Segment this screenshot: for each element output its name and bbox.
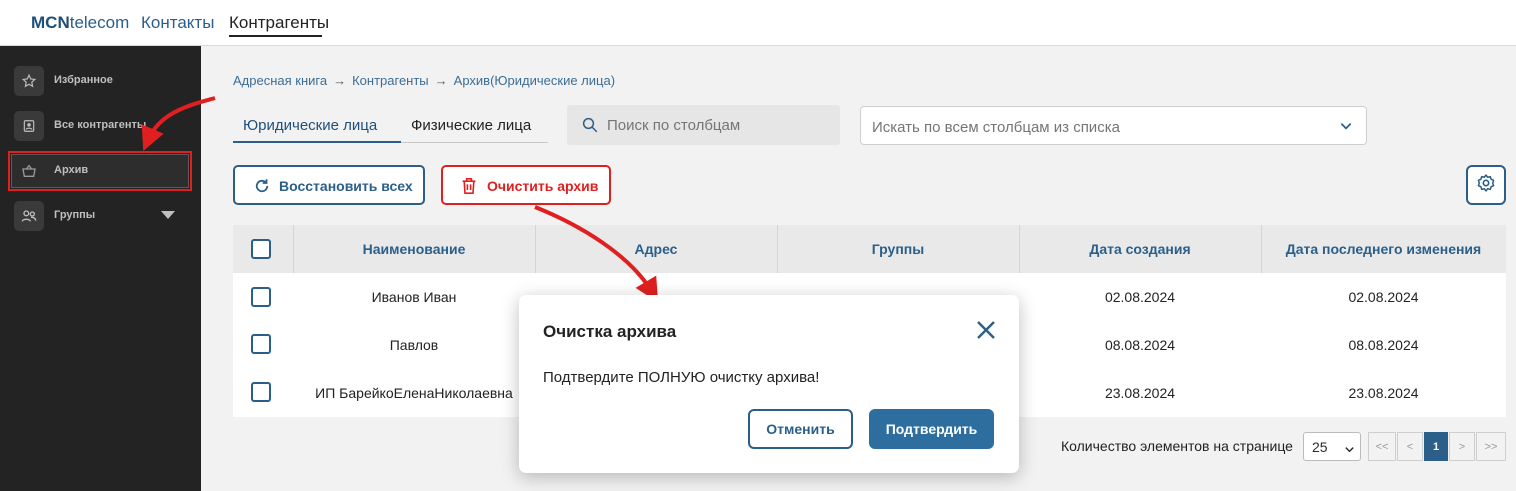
select-all-checkbox[interactable] (251, 239, 271, 259)
row-checkbox[interactable] (251, 382, 271, 402)
restore-all-button[interactable]: Восстановить всех (233, 165, 425, 205)
groups-expand-caret-icon[interactable] (161, 211, 175, 219)
breadcrumb-address-book[interactable]: Адресная книга (233, 73, 327, 88)
page-size-value: 25 (1312, 439, 1328, 455)
tab-individuals[interactable]: Физические лица (411, 117, 531, 134)
trash-icon (461, 177, 477, 200)
table-header: Наименование Адрес Группы Дата создания … (233, 225, 1506, 273)
users-icon (14, 201, 44, 231)
chevron-down-icon (1344, 442, 1355, 458)
sidebar-item-archive[interactable]: Архив (14, 156, 184, 186)
dialog-title: Очистка архива (543, 322, 677, 341)
column-search-box (567, 105, 840, 145)
first-page-button[interactable]: << (1368, 432, 1396, 461)
all-columns-search-input[interactable] (872, 116, 1312, 138)
cell-modified: 23.08.2024 (1348, 385, 1419, 401)
nav-contacts[interactable]: Контакты (141, 13, 214, 33)
cell-name: Иванов Иван (371, 289, 457, 305)
sidebar-item-label: Избранное (54, 74, 113, 86)
gear-icon (1476, 173, 1496, 198)
breadcrumb-archive: Архив(Юридические лица) (453, 73, 616, 88)
column-search-input[interactable] (607, 114, 827, 136)
chevron-down-icon[interactable] (1339, 119, 1353, 138)
arrow-right-icon: → (333, 73, 347, 88)
dialog-message: Подтвердите ПОЛНУЮ очистку архива! (543, 369, 820, 386)
cell-modified: 02.08.2024 (1348, 289, 1419, 305)
contact-card-icon (14, 111, 44, 141)
star-icon (14, 66, 44, 96)
table-settings-button[interactable] (1466, 165, 1506, 205)
restore-all-label: Восстановить всех (279, 178, 413, 194)
nav-active-underline (229, 35, 322, 37)
basket-icon (14, 156, 44, 186)
last-page-button[interactable]: >> (1476, 432, 1506, 461)
column-header-groups[interactable]: Группы (777, 241, 1019, 257)
column-header-modified[interactable]: Дата последнего изменения (1261, 241, 1506, 257)
prev-page-button[interactable]: < (1397, 432, 1423, 461)
close-icon[interactable] (976, 320, 996, 340)
sidebar: Избранное Все контрагенты Архив Группы (0, 46, 201, 491)
breadcrumb: Адресная книга → Контрагенты → Архив(Юридиче… (233, 73, 615, 88)
next-page-button[interactable]: > (1449, 432, 1475, 461)
search-icon (581, 116, 599, 139)
top-bar: MCNtelecom Контакты Контрагенты (0, 0, 1516, 46)
page-size-label: Количество элементов на странице (1061, 438, 1293, 454)
refresh-icon (253, 177, 271, 198)
nav-contragents[interactable]: Контрагенты (229, 13, 329, 33)
cell-created: 02.08.2024 (1104, 289, 1176, 305)
brand-logo[interactable]: MCNtelecom (31, 13, 129, 33)
page-size-select[interactable]: 25 (1303, 432, 1361, 461)
sidebar-item-label: Группы (54, 209, 96, 221)
tab-legal-entities[interactable]: Юридические лица (243, 117, 377, 134)
column-header-address[interactable]: Адрес (535, 241, 777, 257)
cell-created: 08.08.2024 (1104, 337, 1176, 353)
row-checkbox[interactable] (251, 287, 271, 307)
column-header-name[interactable]: Наименование (293, 241, 535, 257)
clear-archive-button[interactable]: Очистить архив (441, 165, 611, 205)
sidebar-item-label: Все контрагенты (54, 119, 147, 131)
confirm-button[interactable]: Подтвердить (869, 409, 994, 449)
clear-archive-dialog: Очистка архива Подтвердите ПОЛНУЮ очистк… (519, 295, 1019, 473)
row-checkbox[interactable] (251, 334, 271, 354)
cell-name: Павлов (389, 337, 439, 353)
sidebar-item-label: Архив (54, 164, 89, 176)
breadcrumb-contragents[interactable]: Контрагенты (352, 73, 429, 88)
arrow-right-icon: → (434, 73, 448, 88)
all-columns-search-select (860, 106, 1367, 145)
cell-created: 23.08.2024 (1104, 385, 1176, 401)
cell-name: ИП БарейкоЕленаНиколаевна (315, 385, 513, 401)
sidebar-item-favorites[interactable]: Избранное (14, 66, 184, 96)
cancel-button[interactable]: Отменить (748, 409, 853, 449)
column-header-created[interactable]: Дата создания (1019, 241, 1261, 257)
clear-archive-label: Очистить архив (487, 178, 599, 194)
sidebar-item-groups[interactable]: Группы (14, 201, 184, 231)
cell-modified: 08.08.2024 (1348, 337, 1419, 353)
sidebar-item-all-contragents[interactable]: Все контрагенты (14, 111, 184, 141)
page-button-current[interactable]: 1 (1424, 432, 1448, 461)
tab-active-indicator (233, 141, 401, 143)
